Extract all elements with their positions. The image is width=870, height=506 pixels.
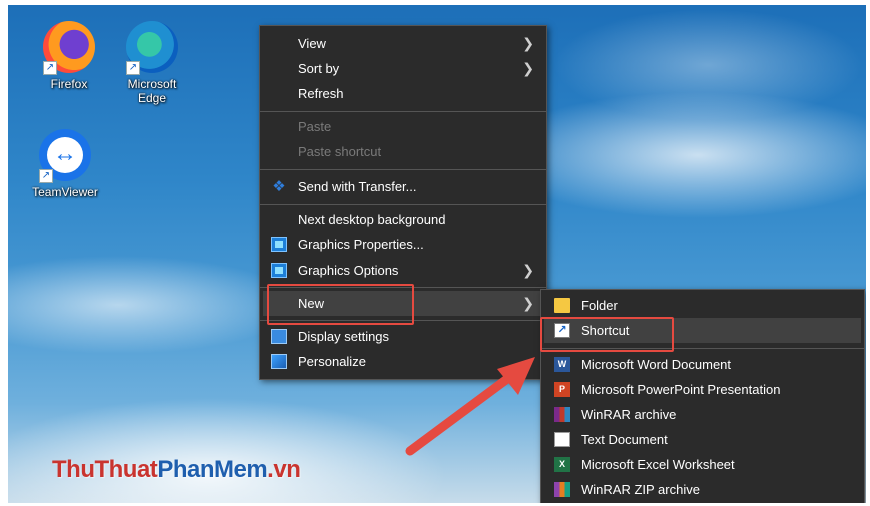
- submenu-item-winrar-zip-archive[interactable]: WinRAR ZIP archive: [541, 477, 864, 502]
- menu-item-view[interactable]: View ❯: [260, 31, 546, 56]
- menu-item-label: Next desktop background: [298, 212, 446, 227]
- menu-separator: [260, 204, 546, 205]
- menu-item-label: Send with Transfer...: [298, 179, 417, 194]
- submenu-item-winrar-archive[interactable]: WinRAR archive: [541, 402, 864, 427]
- menu-item-label: Display settings: [298, 329, 390, 344]
- desktop-icon-label: Firefox: [50, 77, 88, 91]
- menu-item-label: Text Document: [581, 432, 668, 447]
- desktop-icon-label: TeamViewer: [32, 185, 98, 199]
- graphics-icon: [271, 237, 287, 252]
- menu-item-label: Microsoft Word Document: [581, 357, 732, 372]
- menu-item-display-settings[interactable]: Display settings: [260, 324, 546, 349]
- text-document-icon: [554, 432, 570, 447]
- menu-item-refresh[interactable]: Refresh: [260, 81, 546, 106]
- desktop-icon-teamviewer[interactable]: ↗ TeamViewer: [25, 129, 105, 199]
- menu-item-sort-by[interactable]: Sort by ❯: [260, 56, 546, 81]
- winrar-icon: [554, 407, 570, 422]
- folder-icon: [554, 298, 570, 313]
- menu-item-label: Personalize: [298, 354, 366, 369]
- watermark-part: .vn: [267, 456, 301, 483]
- new-submenu: Folder ↗ Shortcut W Microsoft Word Docum…: [540, 289, 865, 503]
- teamviewer-icon: ↗: [39, 129, 91, 183]
- menu-item-label: Refresh: [298, 86, 344, 101]
- desktop-context-menu: View ❯ Sort by ❯ Refresh Paste Paste sho…: [259, 25, 547, 380]
- edge-icon: ↗: [126, 21, 178, 75]
- submenu-item-powerpoint-presentation[interactable]: P Microsoft PowerPoint Presentation: [541, 377, 864, 402]
- submenu-item-word-document[interactable]: W Microsoft Word Document: [541, 352, 864, 377]
- personalize-icon: [271, 354, 287, 369]
- watermark: ThuThuatPhanMem.vn: [52, 456, 301, 484]
- menu-separator: [260, 320, 546, 321]
- desktop-icon-firefox[interactable]: ↗ Firefox: [29, 21, 109, 91]
- shortcut-overlay-icon: ↗: [43, 61, 57, 75]
- menu-item-label: WinRAR ZIP archive: [581, 482, 700, 497]
- menu-separator: [260, 287, 546, 288]
- arrow-shaft: [405, 371, 516, 456]
- shortcut-icon: ↗: [554, 323, 570, 338]
- watermark-part: ThuThuat: [52, 456, 158, 483]
- menu-item-graphics-options[interactable]: Graphics Options ❯: [260, 258, 546, 283]
- menu-item-label: Microsoft PowerPoint Presentation: [581, 382, 781, 397]
- menu-item-label: Paste: [298, 119, 332, 134]
- menu-item-label: WinRAR archive: [581, 407, 677, 422]
- watermark-part: PhanMem: [157, 456, 268, 483]
- firefox-icon: ↗: [43, 21, 95, 75]
- winrar-zip-icon: [554, 482, 570, 497]
- menu-item-label: Sort by: [298, 61, 340, 76]
- desktop-icon-edge[interactable]: ↗ Microsoft Edge: [112, 21, 192, 105]
- submenu-item-shortcut[interactable]: ↗ Shortcut: [544, 318, 861, 343]
- submenu-item-excel-worksheet[interactable]: X Microsoft Excel Worksheet: [541, 452, 864, 477]
- chevron-right-icon: ❯: [522, 35, 534, 51]
- menu-item-label: Graphics Options: [298, 263, 399, 278]
- display-icon: [271, 329, 287, 344]
- menu-item-paste-shortcut[interactable]: Paste shortcut: [260, 139, 546, 164]
- word-icon: W: [554, 357, 570, 372]
- shortcut-overlay-icon: ↗: [39, 169, 53, 183]
- menu-item-paste[interactable]: Paste: [260, 114, 546, 139]
- menu-item-label: Graphics Properties...: [298, 237, 424, 252]
- menu-item-next-desktop-background[interactable]: Next desktop background: [260, 207, 546, 232]
- powerpoint-icon: P: [554, 382, 570, 397]
- menu-separator: [260, 169, 546, 170]
- menu-item-label: Shortcut: [581, 323, 630, 338]
- menu-item-label: New: [298, 296, 325, 311]
- desktop-icon-label: Microsoft Edge: [127, 77, 177, 105]
- menu-item-personalize[interactable]: Personalize: [260, 349, 546, 374]
- submenu-item-folder[interactable]: Folder: [541, 293, 864, 318]
- dropbox-icon: ❖: [272, 178, 286, 195]
- menu-item-label: Paste shortcut: [298, 144, 382, 159]
- menu-item-label: Folder: [581, 298, 618, 313]
- excel-icon: X: [554, 457, 570, 472]
- chevron-right-icon: ❯: [522, 60, 534, 76]
- chevron-right-icon: ❯: [522, 295, 534, 311]
- graphics-icon: [271, 263, 287, 278]
- menu-separator: [541, 348, 864, 349]
- desktop[interactable]: ↗ Firefox ↗ Microsoft Edge ↗ TeamViewer …: [8, 5, 866, 503]
- menu-item-label: View: [298, 36, 326, 51]
- menu-separator: [260, 111, 546, 112]
- shortcut-overlay-icon: ↗: [126, 61, 140, 75]
- menu-item-label: Microsoft Excel Worksheet: [581, 457, 735, 472]
- menu-item-new[interactable]: New ❯: [263, 291, 543, 316]
- chevron-right-icon: ❯: [522, 262, 534, 278]
- menu-item-send-with-transfer[interactable]: ❖ Send with Transfer...: [260, 174, 546, 199]
- menu-item-graphics-properties[interactable]: Graphics Properties...: [260, 232, 546, 257]
- submenu-item-text-document[interactable]: Text Document: [541, 427, 864, 452]
